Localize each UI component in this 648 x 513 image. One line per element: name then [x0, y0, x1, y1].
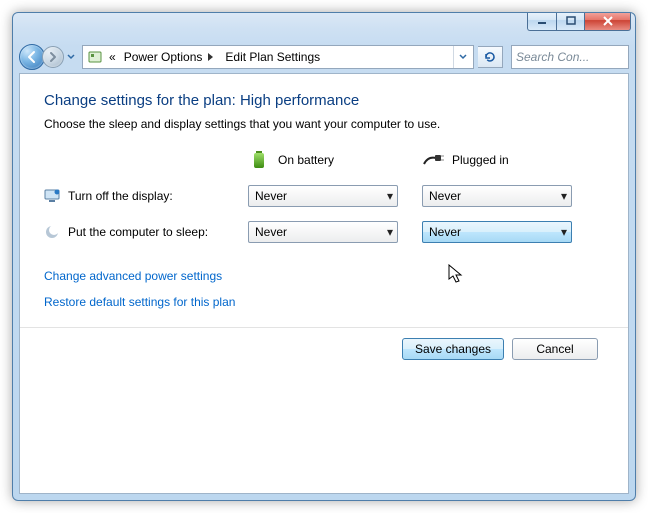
chevron-down-icon [67, 54, 75, 60]
sleep-battery-dropdown[interactable]: Never ▾ [248, 221, 398, 243]
row-label-text: Turn off the display: [68, 189, 173, 203]
button-row: Save changes Cancel [44, 338, 604, 360]
breadcrumb-label: Edit Plan Settings [225, 50, 320, 64]
dropdown-value: Never [429, 225, 461, 239]
forward-button[interactable] [42, 46, 64, 68]
display-plugged-dropdown[interactable]: Never ▾ [422, 185, 572, 207]
window-frame: « Power Options Edit Plan Settings Sea [12, 12, 636, 501]
restore-defaults-link[interactable]: Restore default settings for this plan [44, 295, 604, 309]
advanced-settings-link[interactable]: Change advanced power settings [44, 269, 604, 283]
dropdown-value: Never [429, 189, 461, 203]
arrow-right-icon [47, 51, 59, 63]
chevron-down-icon: ▾ [561, 189, 567, 203]
breadcrumb-label: Power Options [124, 50, 203, 64]
chevron-down-icon: ▾ [387, 225, 393, 239]
minimize-button[interactable] [527, 12, 556, 31]
dropdown-value: Never [255, 225, 287, 239]
row-label-display: Turn off the display: [44, 188, 234, 204]
column-header-label: Plugged in [452, 153, 509, 167]
page-subtitle: Choose the sleep and display settings th… [44, 117, 604, 131]
titlebar [13, 13, 635, 41]
nav-row: « Power Options Edit Plan Settings Sea [13, 41, 635, 73]
plug-icon [422, 149, 444, 171]
close-button[interactable] [585, 12, 631, 31]
sleep-plugged-dropdown[interactable]: Never ▾ [422, 221, 572, 243]
client-area: Change settings for the plan: High perfo… [19, 73, 629, 494]
chevron-down-icon [459, 54, 467, 60]
address-dropdown[interactable] [453, 46, 471, 68]
search-input[interactable]: Search Con... [511, 45, 629, 69]
cancel-button[interactable]: Cancel [512, 338, 598, 360]
breadcrumb-prefix[interactable]: « [107, 50, 118, 64]
column-header-plugged: Plugged in [422, 149, 582, 171]
window-controls [527, 12, 631, 31]
links-section: Change advanced power settings Restore d… [44, 269, 604, 309]
content: Change settings for the plan: High perfo… [20, 74, 628, 493]
refresh-icon [483, 50, 497, 64]
maximize-button[interactable] [556, 12, 585, 31]
row-label-text: Put the computer to sleep: [68, 225, 208, 239]
moon-icon [44, 224, 60, 240]
divider [20, 327, 628, 328]
dropdown-value: Never [255, 189, 287, 203]
search-placeholder: Search Con... [516, 50, 589, 64]
breadcrumb-edit-plan[interactable]: Edit Plan Settings [223, 50, 322, 64]
save-button[interactable]: Save changes [402, 338, 504, 360]
control-panel-icon [87, 49, 103, 65]
column-header-battery: On battery [248, 149, 408, 171]
display-battery-dropdown[interactable]: Never ▾ [248, 185, 398, 207]
chevron-down-icon: ▾ [387, 189, 393, 203]
monitor-icon [44, 188, 60, 204]
breadcrumb-power-options[interactable]: Power Options [122, 50, 220, 64]
address-bar-end [453, 46, 471, 68]
refresh-button[interactable] [478, 46, 503, 68]
breadcrumb-separator-icon[interactable] [204, 50, 217, 64]
row-label-sleep: Put the computer to sleep: [44, 224, 234, 240]
nav-history-dropdown[interactable] [64, 48, 78, 66]
address-bar[interactable]: « Power Options Edit Plan Settings [82, 45, 474, 69]
nav-buttons [19, 44, 78, 70]
page-title: Change settings for the plan: High perfo… [44, 92, 604, 109]
arrow-left-icon [25, 50, 39, 64]
settings-grid: On battery Plugged in Turn off the displ… [44, 149, 604, 243]
chevron-down-icon: ▾ [561, 225, 567, 239]
battery-icon [248, 149, 270, 171]
column-header-label: On battery [278, 153, 334, 167]
